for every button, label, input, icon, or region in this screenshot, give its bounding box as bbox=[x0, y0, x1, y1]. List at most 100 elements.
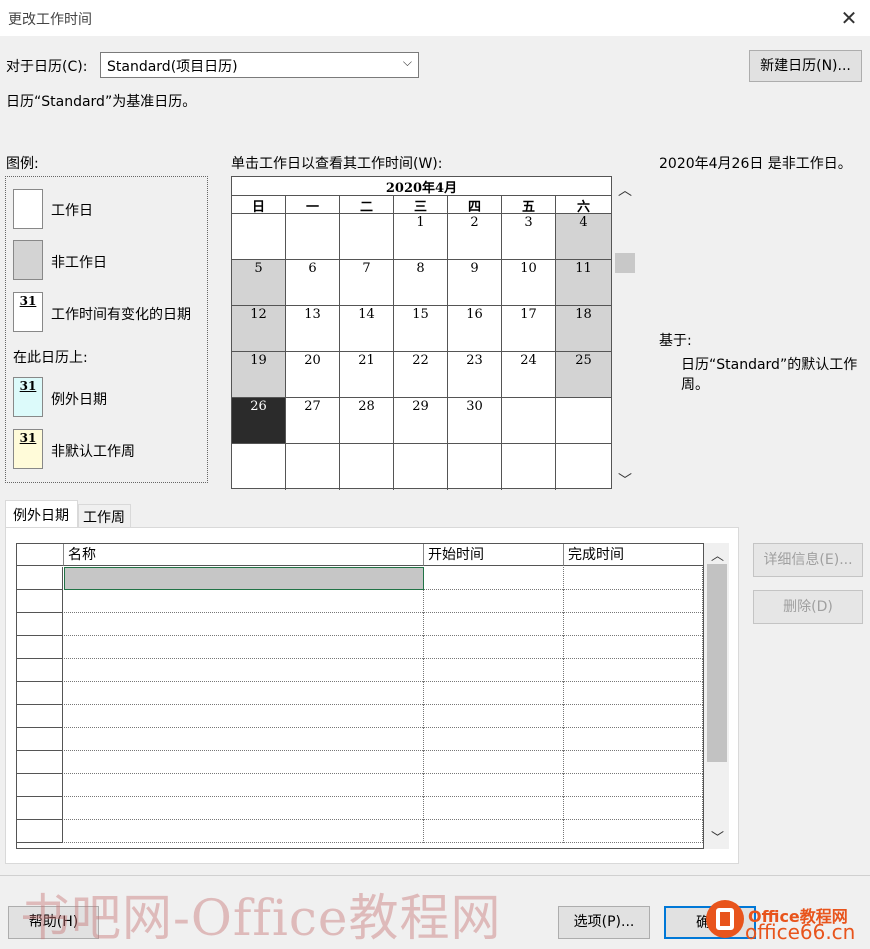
calendar-day[interactable]: 9 bbox=[448, 260, 502, 306]
calendar-day[interactable]: 19 bbox=[232, 352, 286, 398]
cell-start[interactable] bbox=[424, 613, 564, 636]
calendar-day[interactable]: 22 bbox=[394, 352, 448, 398]
cell-start[interactable] bbox=[424, 728, 564, 751]
column-header-start[interactable]: 开始时间 bbox=[424, 544, 564, 566]
row-header[interactable] bbox=[17, 659, 63, 682]
cell-start[interactable] bbox=[424, 774, 564, 797]
tab-exceptions[interactable]: 例外日期 bbox=[5, 500, 78, 528]
cell-start[interactable] bbox=[424, 682, 564, 705]
calendar-scroll-thumb[interactable] bbox=[615, 253, 635, 273]
table-row[interactable] bbox=[17, 682, 703, 705]
cell-name[interactable] bbox=[64, 613, 424, 636]
row-header[interactable] bbox=[17, 567, 63, 590]
table-row[interactable] bbox=[17, 705, 703, 728]
cell-finish[interactable] bbox=[564, 590, 703, 613]
cell-start[interactable] bbox=[424, 659, 564, 682]
table-row[interactable] bbox=[17, 613, 703, 636]
new-calendar-button[interactable]: 新建日历(N)... bbox=[749, 50, 862, 82]
cell-finish[interactable] bbox=[564, 751, 703, 774]
calendar-day[interactable]: 28 bbox=[340, 398, 394, 444]
row-header[interactable] bbox=[17, 636, 63, 659]
cell-start[interactable] bbox=[424, 567, 564, 590]
table-row[interactable] bbox=[17, 797, 703, 820]
calendar-day[interactable]: 1 bbox=[394, 214, 448, 260]
row-header[interactable] bbox=[17, 774, 63, 797]
cell-start[interactable] bbox=[424, 705, 564, 728]
row-header[interactable] bbox=[17, 682, 63, 705]
row-header[interactable] bbox=[17, 751, 63, 774]
row-header[interactable] bbox=[17, 797, 63, 820]
calendar-day[interactable]: 29 bbox=[394, 398, 448, 444]
calendar-day[interactable]: 4 bbox=[556, 214, 611, 260]
row-header[interactable] bbox=[17, 705, 63, 728]
cell-name[interactable] bbox=[64, 705, 424, 728]
calendar-day[interactable]: 12 bbox=[232, 306, 286, 352]
table-row[interactable] bbox=[17, 636, 703, 659]
calendar-scroll-up-icon[interactable]: ︿ bbox=[618, 180, 632, 200]
calendar-day[interactable]: 25 bbox=[556, 352, 611, 398]
calendar-day[interactable]: 30 bbox=[448, 398, 502, 444]
column-header-finish[interactable]: 完成时间 bbox=[564, 544, 703, 566]
calendar-day[interactable]: 26 bbox=[232, 398, 286, 444]
cell-name[interactable] bbox=[64, 728, 424, 751]
cell-name[interactable] bbox=[64, 751, 424, 774]
table-scroll-up-icon[interactable]: ︿ bbox=[711, 545, 724, 564]
cell-finish[interactable] bbox=[564, 774, 703, 797]
cell-finish[interactable] bbox=[564, 659, 703, 682]
cell-name[interactable] bbox=[64, 659, 424, 682]
table-row[interactable] bbox=[17, 567, 703, 590]
cell-finish[interactable] bbox=[564, 728, 703, 751]
cell-start[interactable] bbox=[424, 590, 564, 613]
cell-finish[interactable] bbox=[564, 797, 703, 820]
delete-button[interactable]: 删除(D) bbox=[753, 590, 863, 624]
cell-name[interactable] bbox=[64, 682, 424, 705]
calendar-day[interactable]: 23 bbox=[448, 352, 502, 398]
table-row[interactable] bbox=[17, 590, 703, 613]
details-button[interactable]: 详细信息(E)... bbox=[753, 543, 863, 577]
tab-work-weeks[interactable]: 工作周 bbox=[78, 504, 131, 527]
cell-start[interactable] bbox=[424, 636, 564, 659]
calendar-day[interactable]: 24 bbox=[502, 352, 556, 398]
calendar-day[interactable]: 17 bbox=[502, 306, 556, 352]
table-row[interactable] bbox=[17, 774, 703, 797]
calendar-scroll-down-icon[interactable]: ﹀ bbox=[618, 470, 632, 490]
cell-start[interactable] bbox=[424, 820, 564, 843]
calendar-day[interactable]: 10 bbox=[502, 260, 556, 306]
calendar-day[interactable]: 8 bbox=[394, 260, 448, 306]
cell-name[interactable] bbox=[64, 774, 424, 797]
cell-start[interactable] bbox=[424, 797, 564, 820]
calendar-day[interactable]: 20 bbox=[286, 352, 340, 398]
calendar-day[interactable]: 3 bbox=[502, 214, 556, 260]
row-header[interactable] bbox=[17, 590, 63, 613]
row-header[interactable] bbox=[17, 728, 63, 751]
table-row[interactable] bbox=[17, 820, 703, 843]
calendar-day[interactable]: 15 bbox=[394, 306, 448, 352]
calendar-day[interactable]: 18 bbox=[556, 306, 611, 352]
cell-finish[interactable] bbox=[564, 613, 703, 636]
calendar-day[interactable]: 13 bbox=[286, 306, 340, 352]
calendar-select[interactable]: Standard(项目日历) ⌵ bbox=[100, 52, 419, 78]
calendar-day[interactable]: 21 bbox=[340, 352, 394, 398]
cell-name[interactable] bbox=[64, 797, 424, 820]
table-scroll-thumb[interactable] bbox=[707, 564, 727, 762]
calendar-day[interactable]: 14 bbox=[340, 306, 394, 352]
options-button[interactable]: 选项(P)... bbox=[558, 906, 650, 939]
close-icon[interactable]: ✕ bbox=[836, 5, 862, 31]
cell-finish[interactable] bbox=[564, 567, 703, 590]
cell-finish[interactable] bbox=[564, 705, 703, 728]
calendar-day[interactable]: 16 bbox=[448, 306, 502, 352]
calendar-day[interactable]: 6 bbox=[286, 260, 340, 306]
cell-name[interactable] bbox=[64, 636, 424, 659]
cell-name[interactable] bbox=[64, 820, 424, 843]
table-row[interactable] bbox=[17, 728, 703, 751]
calendar-day[interactable]: 11 bbox=[556, 260, 611, 306]
table-row[interactable] bbox=[17, 659, 703, 682]
calendar-day[interactable]: 7 bbox=[340, 260, 394, 306]
column-header-name[interactable]: 名称 bbox=[64, 544, 424, 566]
cell-start[interactable] bbox=[424, 751, 564, 774]
calendar-day[interactable]: 2 bbox=[448, 214, 502, 260]
table-scrollbar[interactable]: ︿ ﹀ bbox=[704, 543, 729, 849]
row-header[interactable] bbox=[17, 613, 63, 636]
table-scroll-down-icon[interactable]: ﹀ bbox=[711, 827, 724, 846]
calendar-day[interactable]: 5 bbox=[232, 260, 286, 306]
